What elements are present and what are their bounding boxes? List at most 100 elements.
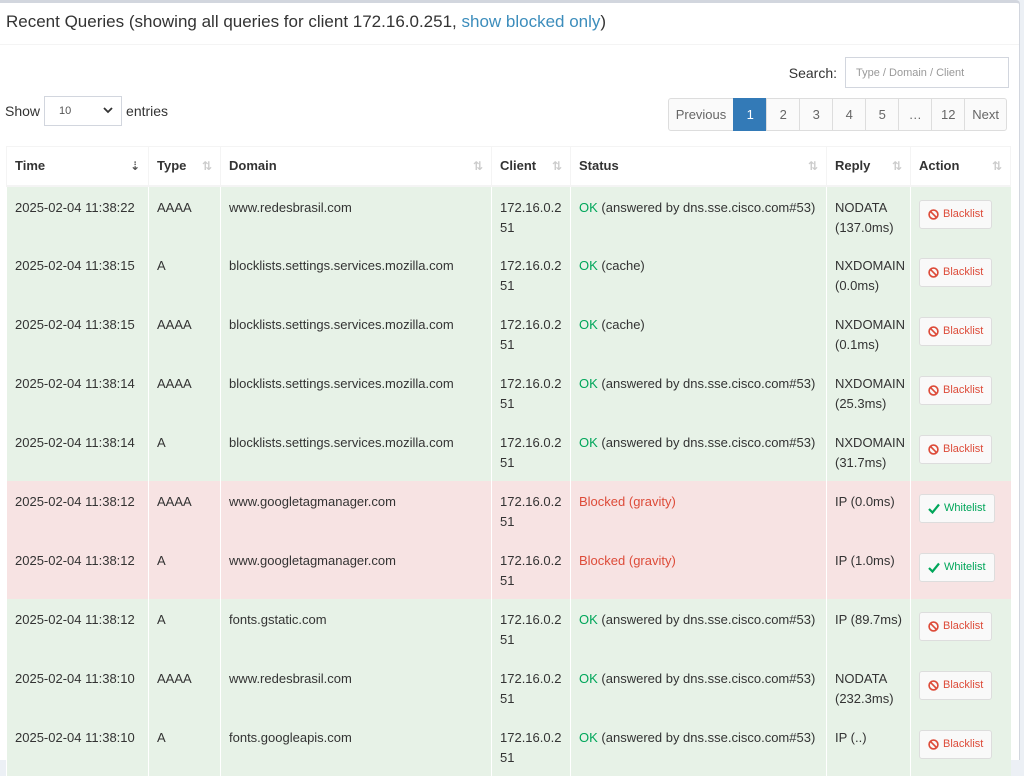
time-cell: 2025-02-04 11:38:15 <box>6 303 149 363</box>
time-cell: 2025-02-04 11:38:10 <box>6 716 149 776</box>
whitelist-button[interactable]: Whitelist <box>919 493 995 523</box>
ban-icon <box>928 620 939 632</box>
domain-cell: www.googletagmanager.com <box>220 480 492 540</box>
status-word: OK <box>579 611 598 627</box>
domain-cell: www.googletagmanager.com <box>220 539 492 599</box>
column-header-client[interactable]: Client ⇅ <box>491 146 571 187</box>
action-cell: Blacklist <box>910 657 1011 717</box>
reply-cell: IP (1.0ms) <box>826 539 911 599</box>
action-cell: Blacklist <box>910 303 1011 363</box>
status-detail: (answered by dns.sse.cisco.com#53) <box>597 199 816 215</box>
client-cell: 172.16.0.251 <box>491 244 571 304</box>
type-cell: AAAA <box>148 362 221 422</box>
status-cell: OK (answered by dns.sse.cisco.com#53) <box>570 716 827 776</box>
reply-cell: NXDOMAIN (31.7ms) <box>826 421 911 481</box>
domain-cell: www.redesbrasil.com <box>220 185 492 245</box>
box-title: Recent Queries (showing all queries for … <box>0 3 1019 45</box>
action-cell: Blacklist <box>910 716 1011 776</box>
ban-icon <box>928 266 939 278</box>
blacklist-button[interactable]: Blacklist <box>919 375 993 405</box>
table-row: 2025-02-04 11:38:12 Awww.googletagmanager… <box>6 539 1011 599</box>
sort-icon: ⇅ <box>991 159 1002 173</box>
check-icon <box>928 503 940 514</box>
domain-cell: blocklists.settings.services.mozilla.com <box>220 362 492 422</box>
time-cell: 2025-02-04 11:38:12 <box>6 480 149 540</box>
column-label: Client <box>500 158 537 174</box>
entries-label: entries <box>126 103 169 119</box>
column-label: Status <box>579 158 619 174</box>
table-row: 2025-02-04 11:38:10 Afonts.googleapis.com… <box>6 716 1011 776</box>
action-cell: Blacklist <box>910 598 1011 658</box>
table-row: 2025-02-04 11:38:10 AAAA www.redesbrasil.c… <box>6 657 1011 717</box>
action-label: Blacklist <box>943 325 984 337</box>
next-page-button[interactable]: Next <box>964 98 1007 131</box>
reply-cell: IP (0.0ms) <box>826 480 911 540</box>
status-cell: Blocked (gravity) <box>570 480 827 540</box>
blacklist-button[interactable]: Blacklist <box>919 434 993 464</box>
page-button-12[interactable]: 12 <box>931 98 966 131</box>
action-label: Blacklist <box>943 620 984 632</box>
pagination-ellipsis: … <box>898 98 933 131</box>
status-detail: (answered by dns.sse.cisco.com#53) <box>597 729 816 745</box>
table-row: 2025-02-04 11:38:14 Ablocklists.settings.… <box>6 421 1011 481</box>
column-header-type[interactable]: Type ⇅ <box>148 146 221 187</box>
status-cell: OK (cache) <box>570 244 827 304</box>
time-cell: 2025-02-04 11:38:22 <box>6 185 149 245</box>
blacklist-button[interactable]: Blacklist <box>919 199 993 229</box>
blacklist-button[interactable]: Blacklist <box>919 316 993 346</box>
page-length-select[interactable]: 10 <box>44 96 123 126</box>
status-detail: (answered by dns.sse.cisco.com#53) <box>597 670 816 686</box>
reply-cell: IP (89.7ms) <box>826 598 911 658</box>
action-label: Whitelist <box>944 561 986 573</box>
page-button-4[interactable]: 4 <box>832 98 867 131</box>
status-word: Blocked (gravity) <box>579 552 676 568</box>
status-cell: Blocked (gravity) <box>570 539 827 599</box>
time-cell: 2025-02-04 11:38:14 <box>6 421 149 481</box>
show-label: Show <box>5 103 41 119</box>
table-row: 2025-02-04 11:38:15 Ablocklists.settings.… <box>6 244 1011 304</box>
sort-icon: ⇅ <box>201 159 212 173</box>
column-header-time[interactable]: Time ⇣ <box>6 146 149 187</box>
whitelist-button[interactable]: Whitelist <box>919 552 995 582</box>
column-header-status[interactable]: Status ⇅ <box>570 146 827 187</box>
action-label: Whitelist <box>944 502 986 514</box>
status-word: Blocked (gravity) <box>579 493 676 509</box>
type-cell: AAAA <box>148 185 221 245</box>
domain-cell: fonts.gstatic.com <box>220 598 492 658</box>
type-cell: A <box>148 539 221 599</box>
action-cell: Whitelist <box>910 480 1011 540</box>
domain-cell: blocklists.settings.services.mozilla.com <box>220 303 492 363</box>
status-cell: OK (answered by dns.sse.cisco.com#53) <box>570 362 827 422</box>
page-button-5[interactable]: 5 <box>865 98 900 131</box>
chevron-down-icon <box>103 105 113 117</box>
status-cell: OK (answered by dns.sse.cisco.com#53) <box>570 421 827 481</box>
blacklist-button[interactable]: Blacklist <box>919 670 993 700</box>
column-header-domain[interactable]: Domain ⇅ <box>220 146 492 187</box>
title-suffix: ) <box>600 12 607 31</box>
action-label: Blacklist <box>943 208 984 220</box>
client-cell: 172.16.0.251 <box>491 362 571 422</box>
page-button-2[interactable]: 2 <box>766 98 801 131</box>
ban-icon <box>928 208 939 220</box>
page-button-3[interactable]: 3 <box>799 98 834 131</box>
status-word: OK <box>579 729 598 745</box>
page-button-1[interactable]: 1 <box>733 98 768 131</box>
domain-cell: blocklists.settings.services.mozilla.com <box>220 244 492 304</box>
type-cell: AAAA <box>148 480 221 540</box>
previous-page-button[interactable]: Previous <box>667 98 735 131</box>
status-detail: (cache) <box>597 257 645 273</box>
show-blocked-only-link[interactable]: show blocked only <box>461 12 600 31</box>
status-word: OK <box>579 434 598 450</box>
reply-cell: NXDOMAIN (25.3ms) <box>826 362 911 422</box>
blacklist-button[interactable]: Blacklist <box>919 611 993 641</box>
title-prefix: Recent Queries (showing all queries for … <box>6 12 462 31</box>
status-word: OK <box>579 316 598 332</box>
blacklist-button[interactable]: Blacklist <box>919 257 993 287</box>
action-label: Blacklist <box>943 384 984 396</box>
column-header-action[interactable]: Action ⇅ <box>910 146 1011 187</box>
blacklist-button[interactable]: Blacklist <box>919 729 993 759</box>
table-header-row: Time ⇣ Type ⇅ Domain ⇅ Client ⇅ Status ⇅ Reply ⇅ Act… <box>6 146 1011 187</box>
search-input[interactable] <box>845 57 1009 88</box>
column-header-reply[interactable]: Reply ⇅ <box>826 146 911 187</box>
time-cell: 2025-02-04 11:38:12 <box>6 539 149 599</box>
